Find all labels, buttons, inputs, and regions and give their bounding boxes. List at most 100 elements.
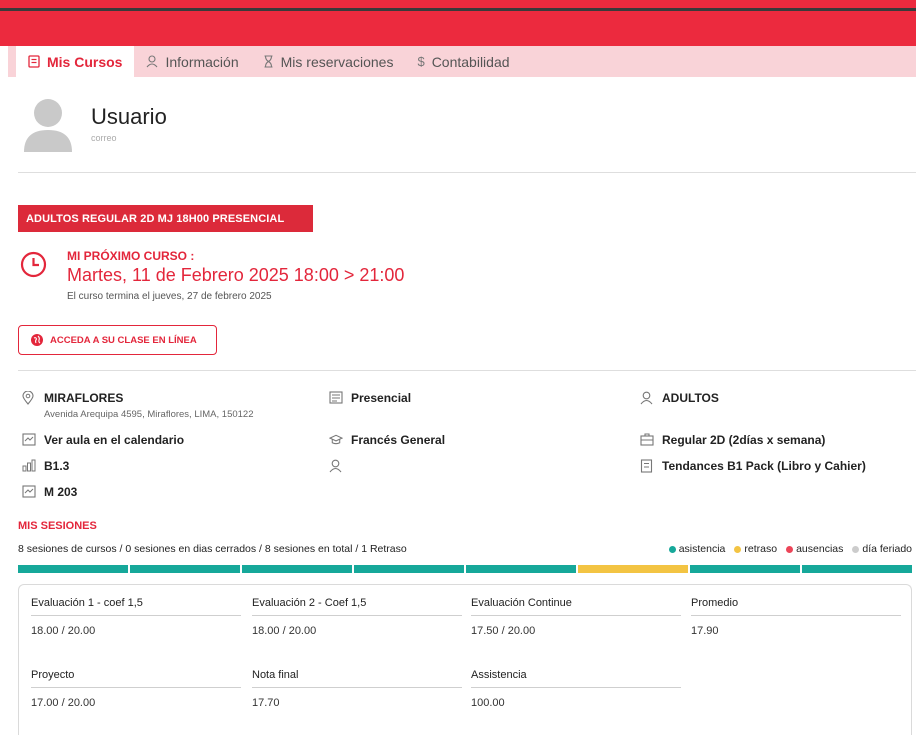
sessions-summary: 8 sesiones de cursos / 0 sesiones en dia… [18,543,407,555]
grade-label: Evaluación Continue [471,597,681,616]
tab-label: Contabilidad [431,53,510,70]
legend-label: ausencias [796,543,844,555]
book-icon [640,459,654,473]
course-title-badge: ADULTOS REGULAR 2D MJ 18H00 PRESENCIAL [18,205,313,232]
legend-feriado: día feriado [852,543,912,555]
dot-icon [786,545,794,553]
grade-label: Assistencia [471,669,681,688]
level-value: B1.3 [44,459,70,473]
location-name: MIRAFLORES [44,391,124,405]
main-tabs: Mis Cursos Información Mis reservaciones… [8,46,916,77]
grade-label: Promedio [691,597,901,616]
session-segment-asistencia [802,565,912,573]
legend-ausencias: ausencias [786,543,843,555]
chart-icon [22,485,36,499]
tab-label: Mis reservaciones [280,53,394,70]
grade-value: 17.50 / 20.00 [471,625,536,637]
modality-value: Presencial [351,391,412,405]
book-info: Tendances B1 Pack (Libro y Cahier) [640,459,866,473]
divider [18,370,916,371]
hourglass-icon [263,55,274,68]
grade-item: Promedio 17.90 [691,597,901,637]
session-segment-asistencia [130,565,240,573]
presentation-icon [329,391,343,405]
grades-panel: Evaluación 1 - coef 1,5 18.00 / 20.00 Eval… [18,584,912,735]
tab-mis-reservaciones[interactable]: Mis reservaciones [251,46,406,77]
divider [18,172,916,173]
next-course-datetime: Martes, 11 de Febrero 2025 18:00 > 21:00 [67,265,405,285]
program-value: Francés General [351,433,446,447]
grade-value: 17.70 [252,697,280,709]
top-divider-line [0,8,916,11]
user-icon [329,459,343,473]
user-icon [640,391,654,405]
schedule-info: Regular 2D (2días x semana) [640,433,825,447]
legend-label: retraso [744,543,778,555]
book-value: Tendances B1 Pack (Libro y Cahier) [662,459,866,473]
avatar [24,99,72,152]
book-icon [28,55,40,68]
grade-value: 17.90 [691,625,719,637]
grade-value: 18.00 / 20.00 [252,625,317,637]
dot-icon [852,545,860,553]
calendar-info[interactable]: Ver aula en el calendario [22,433,184,447]
grade-value: 18.00 / 20.00 [31,625,96,637]
grade-item: Evaluación 1 - coef 1,5 18.00 / 20.00 [31,597,241,637]
grade-label: Proyecto [31,669,241,688]
map-pin-icon [22,391,36,405]
tab-label: Información [165,53,239,70]
legend-label: día feriado [862,543,912,555]
tab-informacion[interactable]: Información [134,46,250,77]
dot-icon [734,545,742,553]
tab-mis-cursos[interactable]: Mis Cursos [16,46,135,77]
next-course-label: MI PRÓXIMO CURSO : [67,249,195,263]
grade-value: 17.00 / 20.00 [31,697,96,709]
audience-info: ADULTOS [640,391,719,405]
user-email: correo [91,133,117,143]
sessions-title: MIS SESIONES [18,520,97,532]
session-segment-asistencia [18,565,128,573]
legend-label: asistencia [678,543,726,555]
legend-retraso: retraso [734,543,777,555]
room-value: M 203 [44,485,78,499]
graduation-cap-icon [329,433,343,447]
location-address: Avenida Arequipa 4595, Miraflores, LIMA,… [44,409,254,420]
program-info: Francés General [329,433,445,447]
dot-icon [668,545,676,553]
grade-item: Nota final 17.70 [252,669,462,709]
user-name: Usuario [91,104,167,129]
sessions-bar [18,565,912,573]
grade-label: Evaluación 2 - Coef 1,5 [252,597,462,616]
grade-label: Evaluación 1 - coef 1,5 [31,597,241,616]
schedule-value: Regular 2D (2días x semana) [662,433,826,447]
level-bars-icon [22,459,36,473]
room-info: M 203 [22,485,77,499]
location-info: MIRAFLORES Avenida Arequipa 4595, Mirafl… [22,391,254,420]
tab-label: Mis Cursos [47,53,123,70]
session-segment-asistencia [242,565,352,573]
grade-label: Nota final [252,669,462,688]
user-icon [146,55,158,68]
audience-value: ADULTOS [662,391,719,405]
online-class-label: ACCEDA A SU CLASE EN LÍNEA [50,334,197,346]
legend-asistencia: asistencia [668,543,726,555]
teacher-info [329,459,351,473]
session-segment-retraso [578,565,688,573]
session-segment-asistencia [466,565,576,573]
tab-contabilidad[interactable]: $ Contabilidad [405,46,521,77]
modality-info: Presencial [329,391,411,405]
grade-value: 100.00 [471,697,505,709]
grade-item: Evaluación Continue 17.50 / 20.00 [471,597,681,637]
clock-icon [20,251,47,278]
globe-icon [31,334,43,346]
course-end-text: El curso termina el jueves, 27 de febrer… [67,291,272,302]
online-class-button[interactable]: ACCEDA A SU CLASE EN LÍNEA [18,325,217,355]
chart-icon [22,433,36,447]
sessions-legend: asistencia retraso ausencias día feriado [668,543,912,555]
grade-item: Proyecto 17.00 / 20.00 [31,669,241,709]
grade-item: Evaluación 2 - Coef 1,5 18.00 / 20.00 [252,597,462,637]
briefcase-icon [640,433,654,447]
calendar-link[interactable]: Ver aula en el calendario [44,433,184,447]
grade-item: Assistencia 100.00 [471,669,681,709]
session-segment-asistencia [690,565,800,573]
